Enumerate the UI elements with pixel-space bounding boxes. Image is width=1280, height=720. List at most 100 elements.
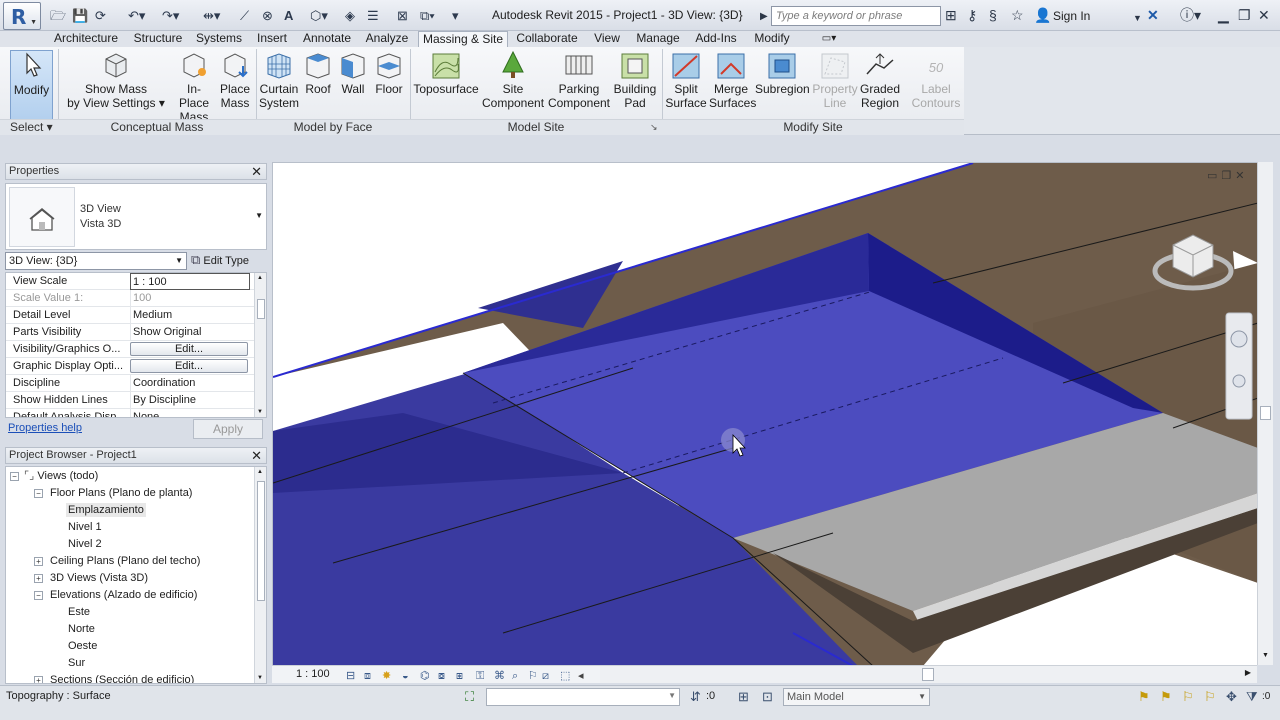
scroll-down-icon[interactable]: ▼ [257,409,263,415]
type-selector[interactable]: 3D View Vista 3D ▼ [5,183,267,250]
close-icon[interactable]: ✕ [251,164,262,179]
select-panel-title[interactable]: Select ▾ [0,119,58,135]
redo-icon[interactable]: ↷▾ [162,7,179,25]
collapse-toggle-icon[interactable]: − [10,472,19,481]
dialog-launcher-icon[interactable]: ↘ [650,122,658,133]
split-surface-button[interactable]: Split Surface [665,50,707,110]
tree-node-views[interactable]: ⌜⌟ Views (todo) [24,469,98,483]
close-icon[interactable]: ✕ [1235,170,1248,182]
restore-icon[interactable]: ❐ [1238,7,1251,23]
tab-manage[interactable]: Manage [633,31,683,47]
tree-node-sur[interactable]: Sur [68,656,85,670]
show-mass-button[interactable]: Show Mass by View Settings ▾ [66,50,166,110]
ribbon-minimize-icon[interactable]: ▭▾ [815,31,843,47]
tag-icon[interactable]: ⊗ [262,7,273,25]
highlight-displacement-icon[interactable]: ⬚ [560,668,570,685]
wall-by-face-button[interactable]: Wall [337,50,369,96]
sign-in-dropdown-icon[interactable]: ▼ [1133,10,1142,26]
tab-add-ins[interactable]: Add-Ins [691,31,741,47]
worksets-icon[interactable]: ⛶ [465,689,474,705]
property-line-button[interactable]: Property Line [812,50,858,110]
view-scale-input[interactable]: 1 : 100 [130,273,250,290]
undo-icon[interactable]: ↶▾ [128,7,145,25]
prop-row-detail-level[interactable]: Detail Level Medium [6,307,254,324]
view-window-controls[interactable]: ▭❐✕ [1207,169,1249,182]
expand-toggle-icon[interactable]: + [34,676,43,683]
place-mass-button[interactable]: Place Mass [218,50,252,110]
scroll-down-icon[interactable]: ▼ [1262,652,1269,659]
tree-node-sections[interactable]: Sections (Sección de edificio) [50,673,194,683]
sign-in-button[interactable]: Sign In [1053,9,1090,23]
text-icon[interactable]: A [284,7,293,25]
subregion-button[interactable]: Subregion [755,50,810,96]
label-contours-button[interactable]: 50 Label Contours [910,50,962,110]
scroll-left-icon[interactable]: ◂ [578,668,584,685]
tab-insert[interactable]: Insert [252,31,292,47]
tree-node-elevations[interactable]: Elevations (Alzado de edificio) [50,588,197,602]
temporary-hide-icon[interactable]: ⌘ [494,668,505,685]
tab-structure[interactable]: Structure [128,31,188,47]
expand-arrow-icon[interactable]: ▶ [760,9,768,25]
navigation-bar[interactable] [1225,312,1253,420]
prop-row-parts-visibility[interactable]: Parts Visibility Show Original [6,324,254,341]
visual-style-icon[interactable]: ⧈ [364,668,371,685]
3d-viewport[interactable] [272,162,1257,665]
sun-path-icon[interactable]: ✸ [382,668,391,685]
favorites-star-icon[interactable]: ☆ [1011,7,1024,23]
reveal-hidden-icon[interactable]: ⌕ [512,668,518,685]
tree-node-ceiling-plans[interactable]: Ceiling Plans (Plano del techo) [50,554,200,568]
in-place-mass-button[interactable]: In-Place Mass [172,50,216,124]
tree-node-nivel-2[interactable]: Nivel 2 [68,537,102,551]
dimension-icon[interactable]: ⟋ [240,7,249,25]
measure-icon[interactable]: ⇹▾ [203,7,220,25]
tab-analyze[interactable]: Analyze [362,31,412,47]
properties-scrollbar[interactable]: ▲ ▼ [254,273,266,417]
prop-value[interactable]: By Discipline [130,392,250,408]
prop-row-graphic-display[interactable]: Graphic Display Opti... Edit... [6,358,254,375]
shadows-icon[interactable]: ◒ [402,668,409,685]
section-icon[interactable]: ◈ [345,7,355,25]
application-menu-button[interactable]: R ▼ [3,2,41,30]
curtain-system-button[interactable]: Curtain System [259,50,299,110]
graded-region-button[interactable]: Graded Region [859,50,901,110]
scrollbar-thumb[interactable] [257,299,265,319]
apply-button[interactable]: Apply [193,419,263,439]
floor-by-face-button[interactable]: Floor [372,50,406,96]
tab-modify[interactable]: Modify [749,31,795,47]
collapse-toggle-icon[interactable]: − [34,489,43,498]
prop-row-discipline[interactable]: Discipline Coordination [6,375,254,392]
properties-help-link[interactable]: Properties help [8,422,82,434]
binoculars-icon[interactable]: ⊞ [945,7,957,23]
analysis-display-icon[interactable]: ⧄ [542,668,549,685]
rendering-icon[interactable]: ⌬ [420,668,430,685]
scrollbar-thumb[interactable] [922,668,934,681]
communication-icon[interactable]: § [989,7,997,23]
close-icon[interactable]: ✕ [1258,7,1270,23]
chevron-down-icon[interactable]: ▼ [255,211,263,220]
toposurface-button[interactable]: Toposurface [413,50,479,96]
tree-node-este[interactable]: Este [68,605,90,619]
view-scale-button[interactable]: 1 : 100 [296,666,330,683]
viewport-vertical-scrollbar[interactable]: ▼ [1257,162,1273,665]
save-icon[interactable]: 💾 [72,7,88,25]
expand-toggle-icon[interactable]: + [34,557,43,566]
tab-architecture[interactable]: Architecture [50,31,122,47]
subscription-icon[interactable]: ⚷ [967,7,977,23]
instance-filter-dropdown[interactable]: 3D View: {3D} ▼ [5,252,187,270]
viewport-horizontal-scrollbar[interactable]: ▶ [600,665,1257,683]
prop-value[interactable]: Show Original [130,324,250,340]
tree-node-norte[interactable]: Norte [68,622,95,636]
prop-value[interactable]: Medium [130,307,250,323]
tab-annotate[interactable]: Annotate [298,31,356,47]
thin-lines-icon[interactable]: ☰ [367,7,379,25]
select-underlay-icon[interactable]: ⚑ [1160,689,1172,705]
select-by-face-icon[interactable]: ⚐ [1204,689,1216,705]
design-options-icon[interactable]: ⊞ [738,689,749,705]
roof-by-face-button[interactable]: Roof [302,50,334,96]
scroll-right-icon[interactable]: ▶ [1245,668,1251,677]
tree-node-floor-plans[interactable]: Floor Plans (Plano de planta) [50,486,192,500]
browser-scrollbar[interactable]: ▲ ▼ [254,467,266,683]
edit-type-button[interactable]: ⧉ Edit Type [191,252,263,270]
scroll-down-icon[interactable]: ▼ [257,675,263,681]
minimize-icon[interactable]: ▭ [1207,170,1221,182]
